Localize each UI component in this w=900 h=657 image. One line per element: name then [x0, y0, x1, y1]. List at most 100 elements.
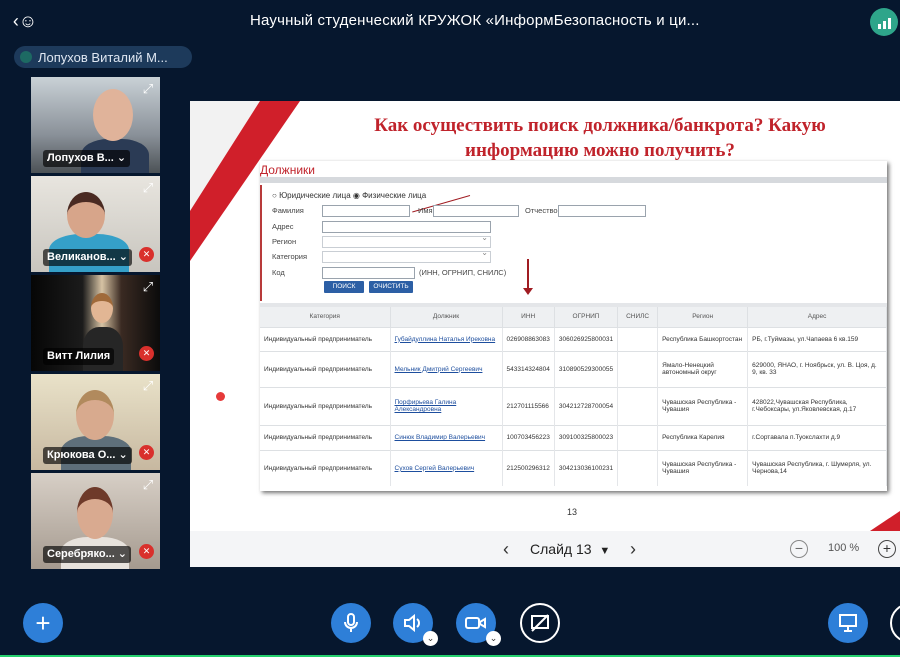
video-person-head: [77, 487, 113, 539]
presenter-avatar: [20, 51, 32, 63]
table-cell: 629000, ЯНАО, г. Ноябрьск, ул. В. Цоя, д…: [747, 350, 887, 387]
table-header-row: Категория Должник ИНН ОГРНИП СНИЛС Регио…: [260, 307, 887, 327]
slide-selector[interactable]: Слайд 13 ▼: [530, 539, 610, 561]
table-row: Индивидуальный предприниматель Сухов Сер…: [260, 449, 887, 486]
muted-mic-icon: ✕: [139, 346, 154, 361]
expand-icon[interactable]: ⤢: [140, 477, 156, 493]
video-person-head: [93, 89, 133, 141]
table-cell: РБ, г.Туймазы, ул.Чапаева 6 кв.159: [747, 326, 887, 351]
chevron-down-icon: ⌄: [118, 449, 128, 461]
search-form: ○ Юридические лица ◉ Физические лица Фам…: [260, 185, 887, 301]
name-label: Имя: [418, 206, 433, 215]
table-cell: [617, 386, 659, 425]
zoom-in-button[interactable]: +: [878, 540, 896, 558]
name-field: [433, 205, 519, 217]
search-button: ПОИСК: [324, 281, 364, 293]
video-tile[interactable]: ⤢ Лопухов В... ⌄: [31, 77, 160, 173]
participant-name: Крюкова О... ⌄: [43, 447, 132, 464]
expand-icon[interactable]: ⤢: [140, 180, 156, 196]
region-label: Регион: [272, 237, 297, 246]
speaker-icon: [404, 614, 420, 632]
next-slide-button[interactable]: ›: [623, 539, 643, 559]
table-cell: Индивидуальный предприниматель: [260, 424, 391, 450]
surname-field: [322, 205, 410, 217]
video-person-head: [91, 293, 113, 323]
presentation-button[interactable]: [828, 603, 868, 643]
presentation-icon: [839, 614, 857, 632]
video-tile[interactable]: ⤢ Крюкова О... ⌄ ✕: [31, 374, 160, 470]
presenter-name: Лопухов Виталий М...: [38, 49, 168, 65]
muted-mic-icon: ✕: [139, 445, 154, 460]
expand-icon[interactable]: ⤢: [140, 279, 156, 295]
table-cell: Индивидуальный предприниматель: [260, 386, 391, 425]
column-header: ИНН: [502, 307, 555, 327]
zoom-out-button[interactable]: −: [790, 540, 808, 558]
chevron-left-icon: ‹: [503, 539, 509, 559]
table-cell: 100703456223: [502, 424, 555, 450]
table-cell: [617, 424, 659, 450]
category-label: Категория: [272, 252, 308, 261]
table-cell: Индивидуальный предприниматель: [260, 449, 391, 486]
users-toggle-button[interactable]: ‹☺: [8, 8, 42, 34]
table-cell: 212701115566: [502, 386, 555, 425]
users-icon: ‹☺: [12, 10, 38, 31]
presenter-badge[interactable]: Лопухов Виталий М...: [14, 46, 192, 68]
video-tile[interactable]: ⤢ Великанов... ⌄ ✕: [31, 176, 160, 272]
slide-red-corner-bottom: [870, 511, 900, 531]
annotation-arrow-down: [523, 259, 533, 295]
embedded-website-screenshot: Должники ○ Юридические лица ◉ Физические…: [260, 161, 887, 491]
chevron-down-icon: ⌄: [118, 251, 128, 263]
meeting-title: Научный студенческий КРУЖОК «ИнформБезоп…: [250, 12, 700, 29]
expand-icon[interactable]: ⤢: [140, 81, 156, 97]
connection-bar-icon: [877, 24, 881, 29]
patronymic-field: [558, 205, 646, 217]
table-cell: Индивидуальный предприниматель: [260, 326, 391, 351]
screen-share-button[interactable]: [520, 603, 560, 643]
column-header: Категория: [260, 307, 391, 327]
table-cell: Республика Карелия: [657, 424, 749, 450]
connection-bar-icon: [887, 18, 891, 29]
more-options-button[interactable]: [890, 603, 900, 643]
slide-selector-label: Слайд 13: [530, 541, 592, 557]
table-cell: [617, 449, 659, 486]
connection-status-button[interactable]: [870, 8, 898, 36]
slide-title: Как осуществить поиск должника/банкрота?…: [330, 113, 870, 163]
camera-icon: [465, 617, 486, 629]
chevron-down-icon: ▼: [599, 545, 611, 557]
video-tile[interactable]: ⤢ Серебряко... ⌄ ✕: [31, 473, 160, 569]
category-select: [322, 248, 491, 263]
slide-gray-corner: [190, 101, 260, 211]
expand-icon[interactable]: ⤢: [140, 378, 156, 394]
video-person-head: [76, 390, 114, 440]
table-cell: 428022,Чувашская Республика, г.Чебоксары…: [747, 386, 887, 425]
column-header: Должник: [390, 307, 503, 327]
table-cell: г.Сортавала п.Туокслахти д.9: [747, 424, 887, 450]
microphone-button[interactable]: [331, 603, 371, 643]
debtors-heading: Должники: [260, 163, 315, 177]
table-cell: 212500296312: [502, 449, 555, 486]
table-cell: 310890529300055: [554, 350, 619, 387]
column-header: ОГРНИП: [554, 307, 619, 327]
video-tile[interactable]: ⤢ Витт Лилия ✕: [31, 275, 160, 371]
table-cell: Ямало-Ненецкий автономный округ: [657, 350, 749, 387]
camera-button[interactable]: ⌄: [456, 603, 501, 646]
previous-slide-button[interactable]: ‹: [496, 539, 516, 559]
slide-title-line: информацию можно получить?: [465, 140, 735, 161]
actions-button[interactable]: +: [23, 603, 63, 643]
region-select: [322, 233, 491, 248]
bottom-toolbar: + ⌄ ⌄: [0, 590, 900, 657]
plus-icon: +: [882, 540, 892, 556]
video-person-head: [67, 192, 105, 238]
chevron-down-icon[interactable]: ⌄: [423, 631, 438, 646]
surname-label: Фамилия: [272, 206, 304, 215]
participant-name: Витт Лилия: [43, 348, 115, 365]
screen-share-off-icon: [531, 614, 549, 632]
muted-mic-icon: ✕: [139, 544, 154, 559]
chevron-down-icon[interactable]: ⌄: [486, 631, 501, 646]
presentation-slide: Как осуществить поиск должника/банкрота?…: [190, 101, 900, 531]
table-cell: 304213036100231: [554, 449, 619, 486]
muted-mic-icon: ✕: [139, 247, 154, 262]
top-bar: ‹☺ Научный студенческий КРУЖОК «ИнформБе…: [0, 0, 900, 44]
participant-name: Серебряко... ⌄: [43, 546, 132, 563]
audio-button[interactable]: ⌄: [393, 603, 438, 646]
